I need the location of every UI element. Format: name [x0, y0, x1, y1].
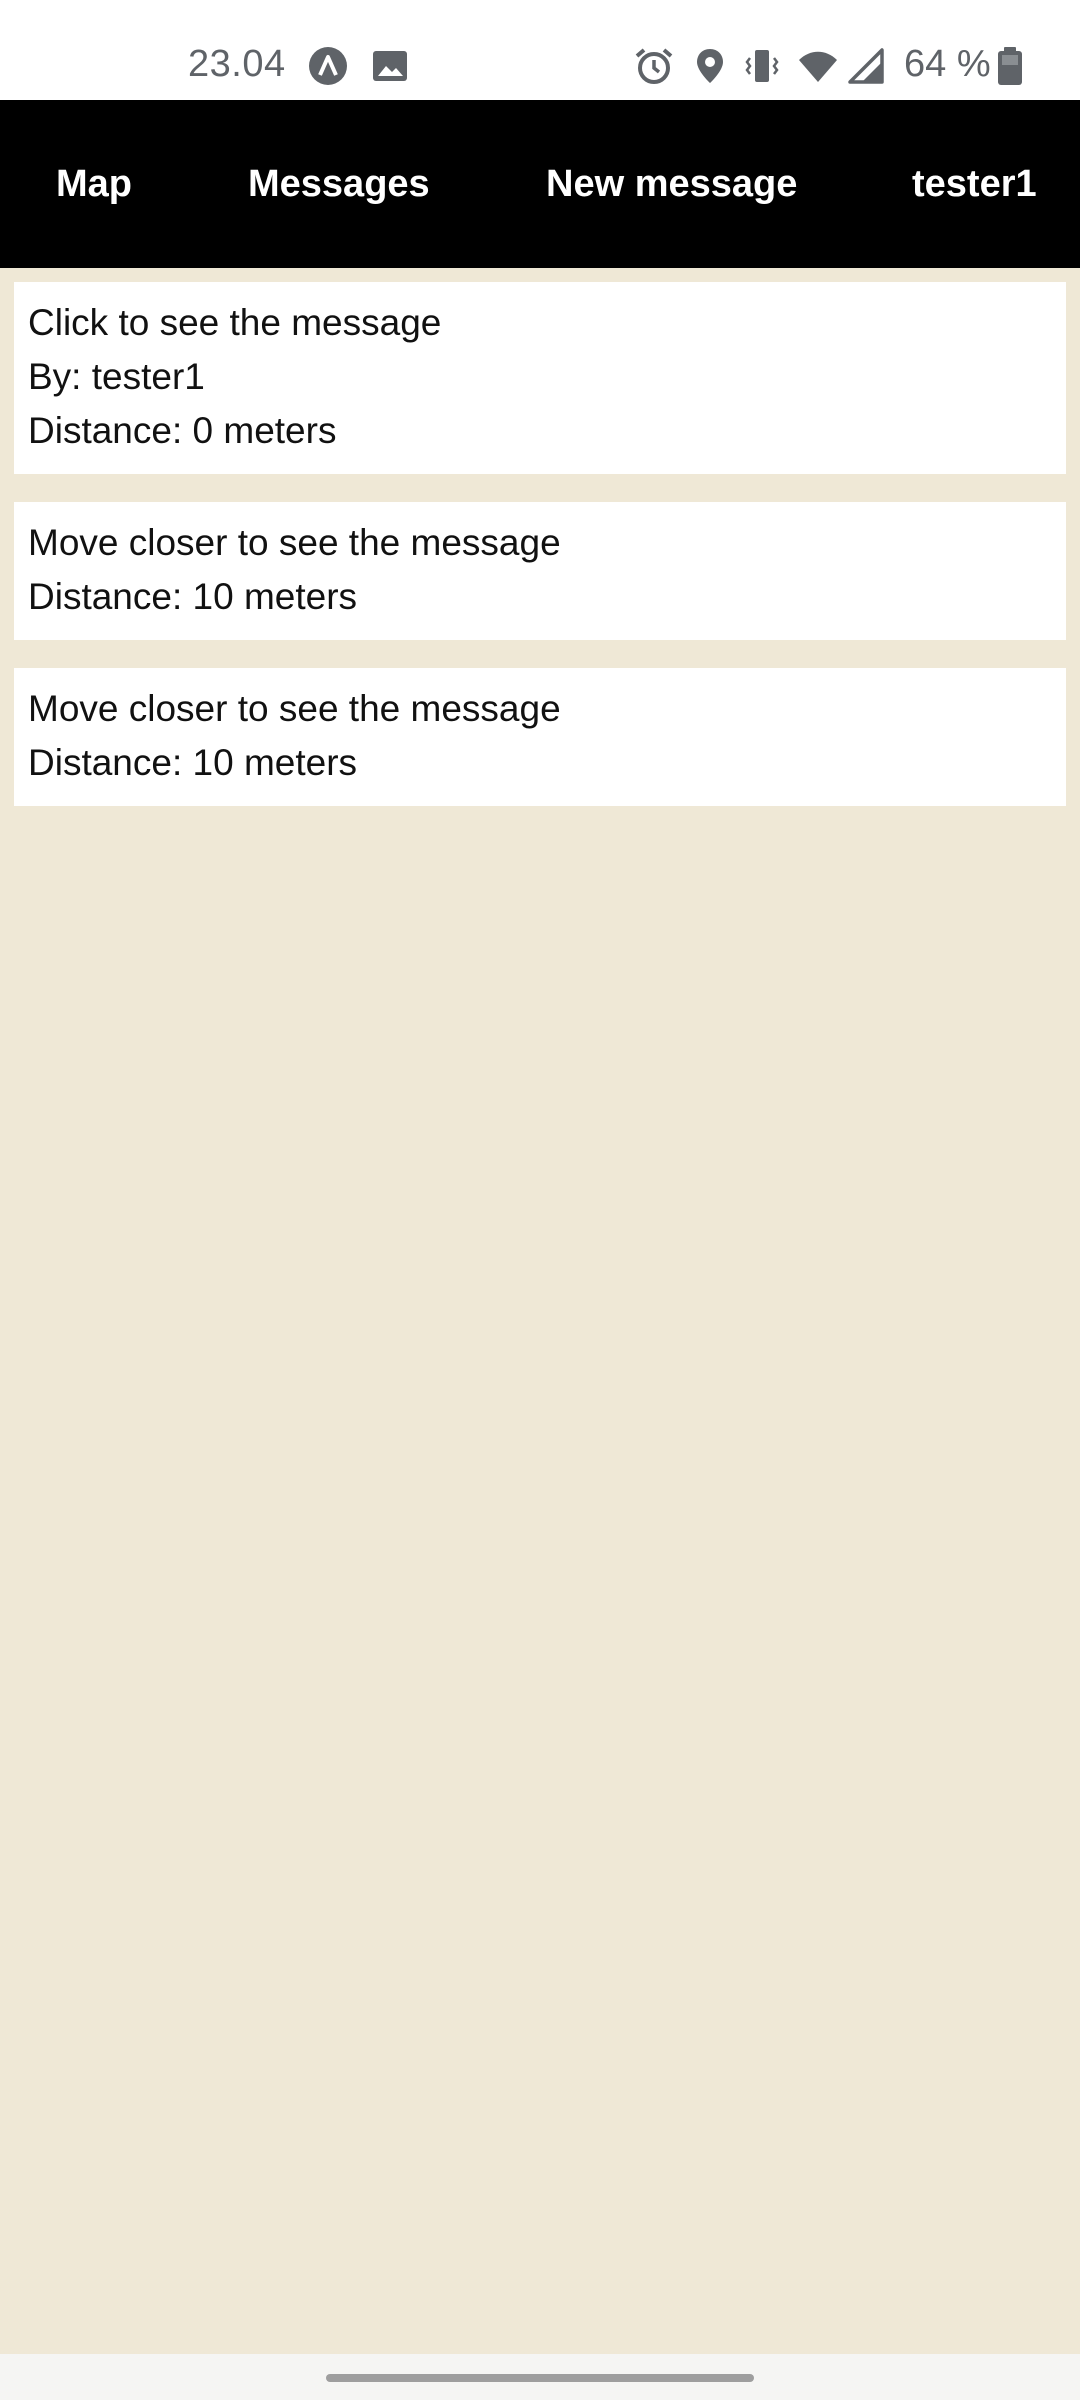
message-list: Click to see the message By: tester1 Dis… — [14, 282, 1066, 834]
app-notification-icon — [308, 46, 348, 86]
nav-messages-link[interactable]: Messages — [248, 100, 430, 268]
message-card[interactable]: Move closer to see the message Distance:… — [14, 668, 1066, 806]
home-gesture-handle[interactable] — [326, 2374, 754, 2382]
nav-map-link[interactable]: Map — [56, 100, 132, 268]
status-time: 23.04 — [188, 43, 286, 85]
alarm-icon — [634, 46, 674, 86]
gesture-navigation-area — [0, 2354, 1080, 2400]
message-distance: Distance: 10 meters — [28, 742, 358, 783]
cell-signal-icon — [846, 46, 886, 86]
message-title: Move closer to see the message — [28, 522, 561, 563]
battery-icon — [996, 46, 1024, 86]
message-author: By: tester1 — [28, 356, 205, 397]
image-notification-icon — [370, 46, 410, 86]
nav-new-message-link[interactable]: New message — [546, 100, 797, 268]
top-navigation-bar: Map Messages New message tester1 — [0, 100, 1080, 268]
vibrate-icon — [742, 46, 782, 86]
message-title: Move closer to see the message — [28, 688, 561, 729]
wifi-icon — [798, 46, 838, 86]
message-card[interactable]: Move closer to see the message Distance:… — [14, 502, 1066, 640]
nav-user-link[interactable]: tester1 — [912, 100, 1037, 268]
location-icon — [690, 46, 730, 86]
message-distance: Distance: 0 meters — [28, 410, 337, 451]
message-distance: Distance: 10 meters — [28, 576, 358, 617]
message-title: Click to see the message — [28, 302, 442, 343]
status-bar: 23.04 64 % — [0, 0, 1080, 100]
message-card[interactable]: Click to see the message By: tester1 Dis… — [14, 282, 1066, 474]
battery-percentage: 64 % — [904, 43, 991, 85]
